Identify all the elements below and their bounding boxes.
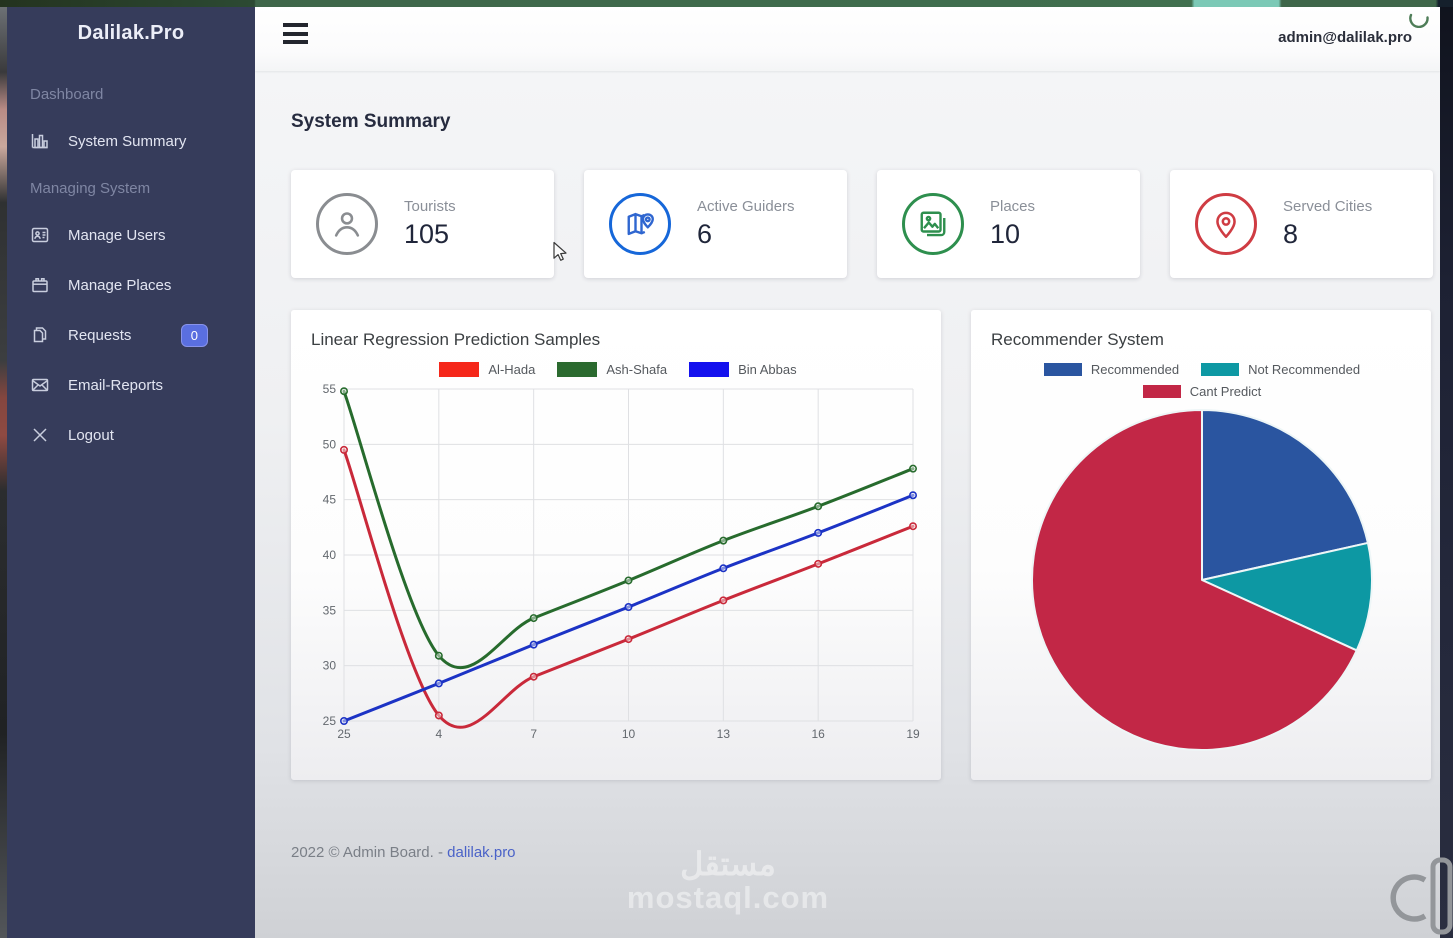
pie-chart-card: Recommender System Recommended Not Recomm… bbox=[971, 310, 1431, 780]
legend-item[interactable]: Al-Hada bbox=[439, 362, 535, 377]
hamburger-menu-icon[interactable] bbox=[283, 23, 308, 49]
svg-text:16: 16 bbox=[811, 727, 825, 741]
legend-item[interactable]: Bin Abbas bbox=[689, 362, 797, 377]
legend-label: Bin Abbas bbox=[738, 362, 797, 377]
legend-label: Ash-Shafa bbox=[606, 362, 668, 377]
stat-card-active-guiders: Active Guiders 6 bbox=[584, 170, 847, 278]
pie-chart-title: Recommender System bbox=[991, 330, 1164, 349]
legend-label: Not Recommended bbox=[1248, 362, 1361, 377]
legend-item[interactable]: Not Recommended bbox=[1201, 362, 1360, 377]
requests-count-badge: 0 bbox=[180, 323, 208, 347]
top-edge-strip bbox=[0, 0, 1453, 7]
svg-text:10: 10 bbox=[622, 727, 636, 741]
main-content: System Summary Tourists 105 Active Guide… bbox=[255, 71, 1440, 938]
sidebar-section-dashboard: Dashboard bbox=[30, 85, 104, 103]
stat-value: 105 bbox=[404, 219, 450, 249]
stat-value: 6 bbox=[697, 219, 713, 249]
line-chart-title: Linear Regression Prediction Samples bbox=[311, 330, 601, 349]
legend-item[interactable]: Ash-Shafa bbox=[557, 362, 667, 377]
sidebar: Dalilak.Pro Dashboard System Summary Man… bbox=[7, 7, 255, 938]
line-chart-legend: Al-Hada Ash-Shafa Bin Abbas bbox=[311, 362, 925, 377]
sidebar-item-label: Requests bbox=[68, 326, 132, 344]
sidebar-item-system-summary[interactable]: System Summary bbox=[7, 116, 255, 166]
dashboard-screen: Dalilak.Pro Dashboard System Summary Man… bbox=[0, 0, 1453, 938]
svg-text:50: 50 bbox=[323, 437, 337, 451]
stat-value: 10 bbox=[990, 219, 1021, 249]
svg-text:55: 55 bbox=[323, 382, 337, 396]
svg-text:35: 35 bbox=[323, 603, 337, 617]
stat-card-tourists: Tourists 105 bbox=[291, 170, 554, 278]
requests-icon bbox=[33, 327, 47, 343]
pin-icon bbox=[1195, 193, 1257, 255]
line-chart-card: Linear Regression Prediction Samples Al-… bbox=[291, 310, 941, 780]
left-edge-strip bbox=[0, 7, 7, 938]
legend-item[interactable]: Cant Predict bbox=[1142, 384, 1262, 399]
svg-text:30: 30 bbox=[323, 659, 337, 673]
person-icon bbox=[316, 193, 378, 255]
legend-swatch bbox=[1043, 363, 1082, 376]
pie-chart-svg bbox=[1031, 409, 1373, 751]
legend-label: Cant Predict bbox=[1189, 384, 1262, 399]
stat-label: Places bbox=[990, 198, 1036, 215]
footer-text: 2022 © Admin Board. - bbox=[291, 844, 443, 861]
footer-link[interactable]: dalilak.pro bbox=[447, 844, 515, 861]
stat-label: Active Guiders bbox=[697, 198, 795, 215]
sidebar-nav: Dashboard System Summary Managing System… bbox=[7, 72, 255, 460]
sidebar-item-label: Logout bbox=[68, 426, 114, 444]
svg-text:13: 13 bbox=[717, 727, 731, 741]
page-title: System Summary bbox=[291, 111, 451, 132]
cl-watermark-logo bbox=[1390, 857, 1453, 935]
svg-text:40: 40 bbox=[323, 548, 337, 562]
images-icon bbox=[902, 193, 964, 255]
legend-swatch bbox=[689, 362, 730, 377]
svg-text:4: 4 bbox=[435, 727, 442, 741]
close-icon bbox=[33, 428, 47, 442]
users-icon bbox=[31, 227, 49, 243]
footer: 2022 © Admin Board. - dalilak.pro bbox=[291, 844, 1440, 861]
topbar: admin@dalilak.pro bbox=[255, 7, 1440, 71]
legend-swatch bbox=[1142, 385, 1181, 398]
stat-card-served-cities: Served Cities 8 bbox=[1170, 170, 1433, 278]
bar-chart-icon bbox=[31, 134, 48, 149]
pie-chart-legend: Recommended Not Recommended Cant Predict bbox=[992, 362, 1412, 399]
legend-label: Recommended bbox=[1090, 362, 1180, 377]
sidebar-item-email-reports[interactable]: Email-Reports bbox=[7, 360, 255, 410]
loading-crescent-icon bbox=[1409, 13, 1429, 28]
legend-swatch bbox=[439, 362, 480, 377]
svg-text:25: 25 bbox=[323, 714, 337, 728]
legend-label: Al-Hada bbox=[488, 362, 536, 377]
right-edge-strip bbox=[1440, 0, 1453, 938]
legend-swatch bbox=[1201, 363, 1240, 376]
legend-item[interactable]: Recommended bbox=[1043, 362, 1180, 377]
user-email[interactable]: admin@dalilak.pro bbox=[1278, 29, 1412, 46]
svg-text:25: 25 bbox=[337, 727, 351, 741]
sidebar-item-label: Manage Places bbox=[68, 276, 172, 294]
sidebar-item-logout[interactable]: Logout bbox=[7, 410, 255, 460]
sidebar-item-label: System Summary bbox=[68, 132, 187, 150]
stat-card-places: Places 10 bbox=[877, 170, 1140, 278]
sidebar-section-managing-system: Managing System bbox=[30, 179, 151, 197]
sidebar-item-label: Manage Users bbox=[68, 226, 166, 244]
sidebar-item-manage-users[interactable]: Manage Users bbox=[7, 210, 255, 260]
stat-label: Tourists bbox=[404, 198, 456, 215]
svg-text:19: 19 bbox=[906, 727, 920, 741]
legend-swatch bbox=[557, 362, 598, 377]
charts-row: Linear Regression Prediction Samples Al-… bbox=[291, 310, 1440, 780]
stats-row: Tourists 105 Active Guiders 6 Places 10 … bbox=[291, 170, 1440, 278]
sidebar-item-manage-places[interactable]: Manage Places bbox=[7, 260, 255, 310]
stat-value: 8 bbox=[1283, 219, 1299, 249]
sidebar-item-requests[interactable]: Requests 0 bbox=[7, 310, 255, 360]
stat-label: Served Cities bbox=[1283, 198, 1373, 215]
map-icon bbox=[609, 193, 671, 255]
svg-text:7: 7 bbox=[530, 727, 537, 741]
line-chart-svg: 25 30 35 40 45 50 55 25 4 7 10 13 16 19 bbox=[323, 382, 920, 741]
places-icon bbox=[32, 278, 48, 293]
svg-text:45: 45 bbox=[323, 493, 337, 507]
brand-logo: Dalilak.Pro bbox=[77, 22, 185, 44]
sidebar-item-label: Email-Reports bbox=[68, 376, 164, 394]
envelope-icon bbox=[31, 378, 49, 392]
